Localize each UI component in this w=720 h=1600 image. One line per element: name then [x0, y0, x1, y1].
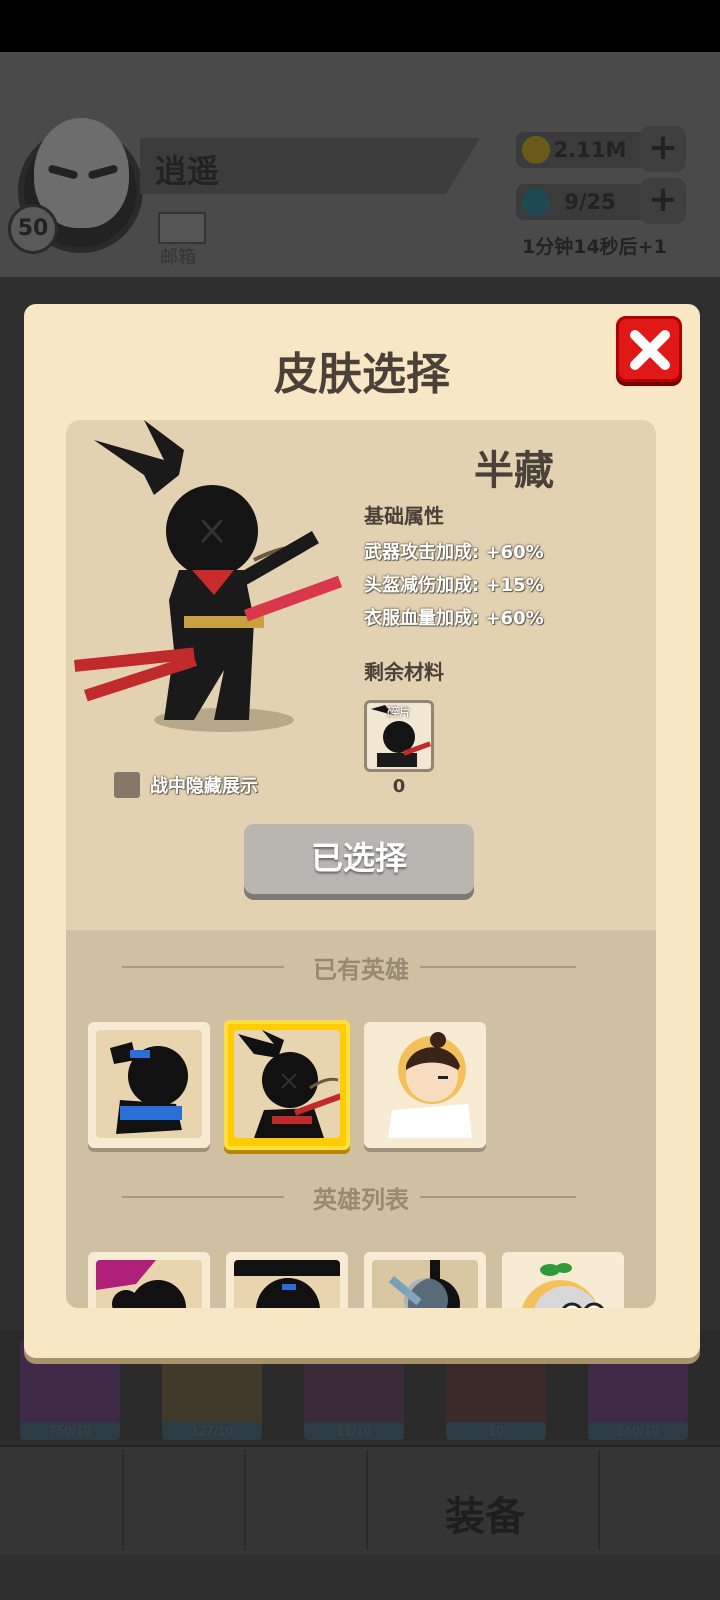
slot-count: 750/10 [20, 1422, 120, 1440]
dialog-title: 皮肤选择 [274, 349, 450, 400]
slot-count: 11/10 [304, 1422, 404, 1440]
hide-in-battle-label[interactable]: 战中隐藏展示 [150, 772, 258, 798]
mail-icon[interactable] [158, 212, 206, 244]
owned-heroes-header: 已有英雄 [66, 948, 656, 988]
energy-timer: 1分钟14秒后+1 [522, 236, 667, 258]
hero-list-card[interactable] [88, 1252, 210, 1308]
skin-name: 半藏 [474, 448, 554, 494]
attribute-armor: 衣服血量加成: +60% [364, 608, 544, 629]
base-attributes-heading: 基础属性 [364, 504, 444, 528]
hero-portrait [510, 1260, 616, 1308]
hero-portrait [234, 1260, 340, 1308]
coin-icon [522, 136, 550, 164]
close-icon [630, 330, 670, 370]
level-badge: 50 [8, 204, 58, 254]
slot-count: 160/10 [588, 1422, 688, 1440]
nav-training-icon[interactable] [140, 1450, 260, 1550]
nav-divider [366, 1450, 368, 1550]
energy-icon [522, 188, 550, 216]
hero-portrait [96, 1260, 202, 1308]
add-energy-button[interactable]: + [640, 178, 686, 224]
player-name: 逍遥 [155, 152, 220, 190]
slot-count: 10 [446, 1422, 546, 1440]
materials-heading: 剩余材料 [364, 660, 444, 684]
nav-equip-label[interactable]: 装备 [445, 1484, 525, 1542]
owned-hero-card-selected[interactable] [224, 1020, 350, 1150]
mailbox-label[interactable]: 邮箱 [160, 243, 196, 269]
attribute-helmet: 头盔减伤加成: +15% [364, 575, 544, 596]
hero-portrait [372, 1260, 478, 1308]
fragment-label: 碎片 [386, 705, 411, 719]
fragment-count: 0 [392, 776, 406, 797]
nav-battle-icon[interactable] [250, 1450, 370, 1550]
add-gold-button[interactable]: + [640, 126, 686, 172]
owned-hero-card[interactable] [88, 1022, 210, 1148]
slot-count: 127/10 [162, 1422, 262, 1440]
skin-select-dialog: 皮肤选择 半藏 基础属性 武器攻击加成: +60% 头盔减伤加成: +15% 衣… [24, 304, 700, 1358]
nav-divider [122, 1450, 124, 1550]
hero-portrait [372, 1030, 478, 1138]
attribute-weapon: 武器攻击加成: +60% [364, 542, 544, 563]
ninja-hero-portrait [74, 420, 343, 732]
hero-lists-panel: 已有英雄 英雄列表 [66, 930, 656, 1308]
selected-button[interactable]: 已选择 [244, 824, 474, 894]
hero-list-card[interactable] [226, 1252, 348, 1308]
hide-in-battle-checkbox[interactable] [114, 772, 140, 798]
hero-list-header: 英雄列表 [66, 1178, 656, 1218]
close-button[interactable] [616, 316, 682, 382]
status-bar [0, 0, 720, 52]
nav-divider [244, 1450, 246, 1550]
nav-task-icon[interactable] [10, 1450, 130, 1550]
divider-line [420, 1196, 576, 1198]
skin-detail-panel: 半藏 基础属性 武器攻击加成: +60% 头盔减伤加成: +15% 衣服血量加成… [66, 420, 656, 930]
hero-portrait [96, 1030, 202, 1138]
hero-list-card[interactable] [502, 1252, 624, 1308]
nav-collect-icon[interactable] [600, 1450, 720, 1550]
hero-portrait [234, 1030, 340, 1138]
divider-line [420, 966, 576, 968]
owned-hero-card[interactable] [364, 1022, 486, 1148]
hero-list-card[interactable] [364, 1252, 486, 1308]
skin-fragment-item[interactable]: 碎片 [364, 700, 434, 772]
